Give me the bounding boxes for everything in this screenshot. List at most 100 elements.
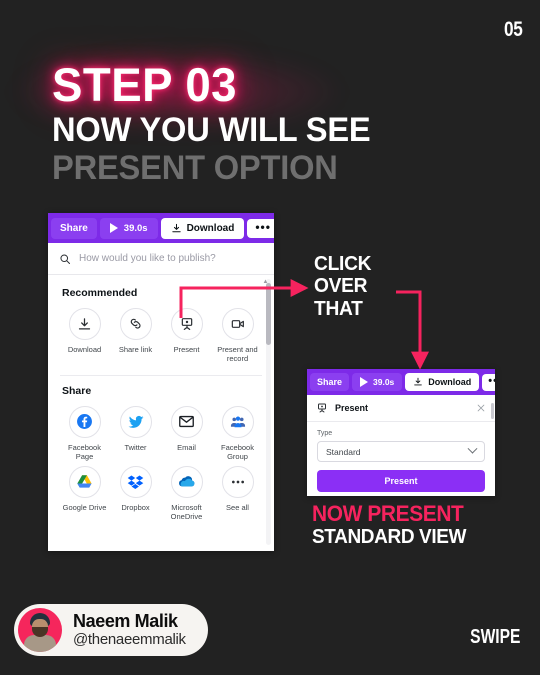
facebook-group-icon-circle	[221, 405, 254, 438]
facebook-icon	[77, 414, 92, 430]
share-see-all[interactable]: See all	[213, 465, 262, 522]
present-submit-button[interactable]: Present	[317, 470, 485, 492]
download-label: Download	[186, 222, 235, 234]
present-timer-button[interactable]: 39.0s	[99, 217, 158, 239]
present-record-icon-circle	[221, 308, 254, 340]
slide-canvas: 05 STEP 03 NOW YOU WILL SEE PRESENT OPTI…	[0, 0, 540, 675]
avatar-body	[24, 635, 56, 652]
headline-block: STEP 03 NOW YOU WILL SEE PRESENT OPTION	[12, 52, 492, 187]
share-dropbox[interactable]: Dropbox	[111, 465, 160, 522]
share-google-drive[interactable]: Google Drive	[60, 465, 109, 522]
type-field-label: Type	[317, 430, 333, 437]
option-label: Share link	[118, 345, 153, 354]
download-label: Download	[428, 377, 472, 387]
dropbox-icon	[127, 475, 144, 490]
timer-label: 39.0s	[373, 377, 395, 387]
callout-line-1: CLICK	[314, 253, 372, 275]
present-dialog-body: Type Standard Present	[307, 422, 495, 496]
close-icon[interactable]	[476, 403, 486, 413]
share-button[interactable]: Share	[51, 217, 97, 239]
link-icon	[130, 318, 140, 329]
share-label: Facebook Group	[221, 442, 254, 462]
callout-text: CLICK OVER THAT	[314, 253, 372, 320]
search-input[interactable]: How would you like to publish?	[79, 253, 216, 264]
page-number: 05	[503, 18, 523, 41]
share-twitter[interactable]: Twitter	[111, 405, 160, 462]
canva-present-dialog-panel[interactable]: Share 39.0s Download ••• Present	[307, 369, 495, 496]
dialog-title: Present	[335, 403, 369, 413]
option-present-and-record[interactable]: Present and record	[213, 308, 262, 364]
type-select[interactable]: Standard	[317, 441, 485, 462]
recommended-section-title: Recommended	[62, 287, 138, 299]
share-section-title: Share	[62, 384, 92, 397]
author-name: Naeem Malik	[73, 610, 178, 631]
more-options-button[interactable]: •••	[482, 373, 495, 391]
caption-line-1: NOW PRESENT	[312, 501, 464, 526]
present-icon	[181, 318, 192, 330]
google-drive-icon	[77, 474, 92, 488]
play-icon	[360, 377, 369, 387]
option-share-link[interactable]: Share link	[111, 308, 160, 364]
present-record-icon	[231, 320, 244, 328]
headline-line-3: PRESENT OPTION	[52, 148, 338, 187]
present-timer-button[interactable]: 39.0s	[352, 373, 403, 391]
author-pill: Naeem Malik @thenaeemmalik	[14, 604, 208, 656]
share-label: Google Drive	[62, 502, 107, 512]
timer-label: 39.0s	[123, 222, 148, 234]
more-options-button[interactable]: •••	[247, 218, 274, 238]
share-label: Dropbox	[121, 502, 150, 512]
onedrive-icon-circle	[170, 465, 203, 498]
ellipsis-icon	[231, 480, 244, 483]
twitter-icon-circle	[119, 405, 152, 438]
option-label: Download	[67, 345, 102, 354]
avatar	[18, 608, 62, 652]
option-download[interactable]: Download	[60, 308, 109, 364]
email-icon-circle	[170, 405, 203, 438]
canva-toolbar: Share 39.0s Download •••	[48, 213, 274, 243]
download-icon-circle	[68, 308, 101, 340]
email-icon	[179, 416, 194, 428]
callout-line-2: OVER	[314, 275, 368, 298]
share-facebook-group[interactable]: Facebook Group	[213, 405, 262, 462]
download-button[interactable]: Download	[405, 373, 480, 391]
step-title: STEP 03	[52, 58, 238, 111]
swipe-label: SWIPE	[469, 626, 520, 648]
recommended-grid: Download Share link Present Present and …	[60, 308, 262, 364]
onedrive-icon	[178, 475, 194, 486]
callout-line-3: THAT	[314, 297, 363, 320]
option-label: Present and record	[217, 345, 258, 364]
canva-publish-panel[interactable]: Share 39.0s Download ••• How would you l…	[48, 213, 274, 551]
publish-options-body: ▲ Recommended Download Share link Presen…	[48, 275, 274, 549]
share-button[interactable]: Share	[310, 373, 350, 391]
caption-line-2: STANDARD VIEW	[312, 526, 467, 549]
author-name-block: Naeem Malik @thenaeemmalik	[73, 610, 186, 648]
twitter-icon	[128, 415, 143, 428]
share-label: Email	[177, 442, 196, 452]
share-label: Microsoft OneDrive	[170, 502, 203, 521]
google-drive-icon-circle	[68, 465, 101, 498]
download-button[interactable]: Download	[160, 217, 245, 239]
headline-line-2: NOW YOU WILL SEE	[52, 111, 371, 150]
dialog-scrollbar-thumb[interactable]	[491, 403, 494, 419]
present-icon	[318, 403, 326, 413]
publish-search-row[interactable]: How would you like to publish?	[48, 243, 274, 275]
facebook-icon-circle	[68, 405, 101, 438]
section-divider	[60, 374, 262, 376]
search-icon	[60, 253, 70, 264]
dropbox-icon-circle	[119, 465, 152, 498]
present-dialog-header: Present	[307, 395, 495, 422]
share-grid: Facebook Page Twitter Email Facebook Gro…	[60, 405, 262, 522]
download-icon	[414, 377, 423, 386]
type-select-value: Standard	[326, 446, 361, 457]
share-facebook-page[interactable]: Facebook Page	[60, 405, 109, 462]
option-label: Present	[173, 345, 200, 354]
author-handle: @thenaeemmalik	[73, 630, 186, 648]
download-icon	[78, 317, 91, 329]
share-onedrive[interactable]: Microsoft OneDrive	[162, 465, 211, 522]
share-label: Facebook Page	[68, 442, 101, 462]
share-email[interactable]: Email	[162, 405, 211, 462]
option-present[interactable]: Present	[162, 308, 211, 364]
panel-scrollbar-thumb[interactable]	[266, 283, 271, 345]
share-label: See all	[226, 502, 249, 512]
share-label: Twitter	[124, 442, 147, 452]
